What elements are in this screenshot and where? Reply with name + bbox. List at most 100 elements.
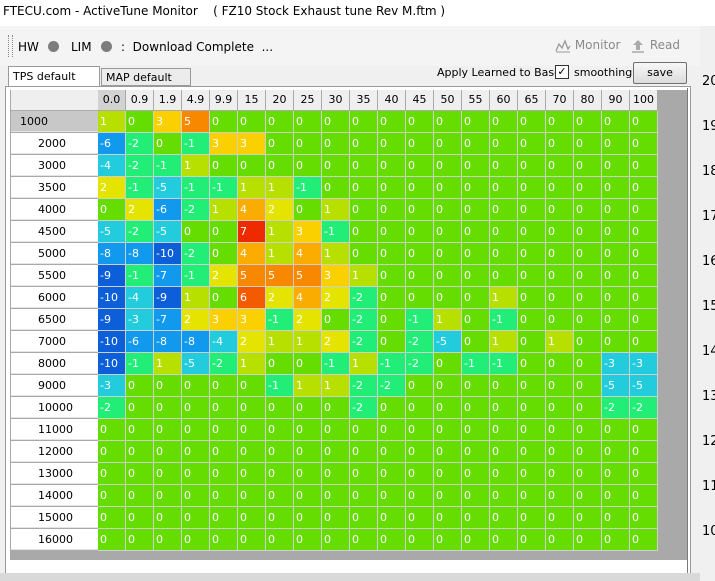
trim-cell[interactable]: 0 [574, 463, 602, 485]
trim-cell[interactable]: 0 [210, 287, 238, 309]
trim-cell[interactable]: 0 [210, 397, 238, 419]
trim-cell[interactable]: 0 [602, 419, 630, 441]
row-header[interactable]: 15000 [11, 507, 98, 528]
trim-cell[interactable]: 0 [406, 463, 434, 485]
trim-cell[interactable]: 0 [602, 331, 630, 353]
trim-cell[interactable]: 3 [238, 133, 266, 155]
trim-cell[interactable]: 0 [210, 375, 238, 397]
trim-cell[interactable]: 0 [238, 529, 266, 551]
trim-cell[interactable]: 0 [546, 419, 574, 441]
trim-cell[interactable]: -2 [98, 397, 126, 419]
trim-cell[interactable]: 0 [154, 419, 182, 441]
trim-cell[interactable]: 3 [154, 111, 182, 133]
trim-cell[interactable]: -8 [182, 331, 210, 353]
trim-cell[interactable]: 0 [294, 441, 322, 463]
trim-cell[interactable]: -9 [98, 309, 126, 331]
trim-cell[interactable]: 0 [574, 155, 602, 177]
trim-cell[interactable]: 5 [266, 265, 294, 287]
trim-cell[interactable]: 0 [490, 441, 518, 463]
trim-cell[interactable]: 0 [238, 111, 266, 133]
trim-cell[interactable]: 0 [238, 419, 266, 441]
trim-cell[interactable]: -6 [154, 199, 182, 221]
trim-cell[interactable]: 0 [574, 199, 602, 221]
trim-cell[interactable]: 1 [266, 331, 294, 353]
trim-cell[interactable]: 0 [462, 463, 490, 485]
trim-cell[interactable]: 0 [406, 507, 434, 529]
trim-cell[interactable]: 1 [322, 199, 350, 221]
trim-cell[interactable]: -2 [602, 397, 630, 419]
column-header[interactable]: 65 [518, 90, 545, 110]
column-header[interactable]: 30 [322, 90, 349, 110]
trim-cell[interactable]: 0 [182, 397, 210, 419]
row-header[interactable]: 6500 [11, 309, 98, 330]
trim-cell[interactable]: -2 [630, 397, 658, 419]
trim-cell[interactable]: 0 [266, 485, 294, 507]
trim-cell[interactable]: 0 [98, 507, 126, 529]
trim-cell[interactable]: 0 [378, 507, 406, 529]
trim-cell[interactable]: 0 [546, 155, 574, 177]
trim-cell[interactable]: 1 [322, 375, 350, 397]
trim-cell[interactable]: 0 [378, 155, 406, 177]
toolbar-grip[interactable] [8, 35, 13, 57]
trim-cell[interactable]: 0 [602, 287, 630, 309]
trim-cell[interactable]: 0 [574, 485, 602, 507]
trim-cell[interactable]: 0 [210, 243, 238, 265]
trim-cell[interactable]: 5 [238, 265, 266, 287]
trim-cell[interactable]: 0 [378, 199, 406, 221]
trim-cell[interactable]: 2 [266, 199, 294, 221]
trim-cell[interactable]: 0 [546, 287, 574, 309]
trim-cell[interactable]: -5 [434, 331, 462, 353]
row-header[interactable]: 4500 [11, 221, 98, 242]
trim-cell[interactable]: -2 [350, 287, 378, 309]
trim-cell[interactable]: 0 [406, 221, 434, 243]
trim-cell[interactable]: 0 [574, 529, 602, 551]
trim-cell[interactable]: 0 [546, 243, 574, 265]
trim-cell[interactable]: 0 [602, 243, 630, 265]
trim-cell[interactable]: 0 [490, 265, 518, 287]
trim-cell[interactable]: 0 [574, 419, 602, 441]
row-header[interactable]: 4000 [11, 199, 98, 220]
column-header[interactable]: 0.0 [98, 90, 125, 110]
trim-cell[interactable]: 0 [182, 375, 210, 397]
trim-cell[interactable]: 0 [154, 463, 182, 485]
trim-cell[interactable]: 0 [574, 221, 602, 243]
trim-cell[interactable]: 0 [322, 441, 350, 463]
trim-cell[interactable]: 0 [462, 375, 490, 397]
trim-cell[interactable]: 0 [406, 111, 434, 133]
trim-cell[interactable]: 0 [602, 133, 630, 155]
trim-cell[interactable]: 0 [574, 309, 602, 331]
trim-cell[interactable]: 0 [518, 463, 546, 485]
trim-cell[interactable]: 0 [546, 441, 574, 463]
trim-cell[interactable]: 0 [238, 441, 266, 463]
trim-cell[interactable]: 0 [98, 485, 126, 507]
trim-cell[interactable]: 0 [350, 133, 378, 155]
trim-cell[interactable]: 0 [546, 529, 574, 551]
trim-cell[interactable]: 0 [462, 485, 490, 507]
trim-cell[interactable]: 0 [602, 111, 630, 133]
trim-cell[interactable]: 0 [406, 199, 434, 221]
trim-cell[interactable]: -4 [210, 331, 238, 353]
trim-cell[interactable]: 0 [434, 485, 462, 507]
trim-cell[interactable]: -7 [154, 309, 182, 331]
trim-cell[interactable]: 0 [630, 199, 658, 221]
trim-cell[interactable]: 1 [294, 375, 322, 397]
column-header[interactable]: 40 [378, 90, 405, 110]
trim-cell[interactable]: 0 [602, 199, 630, 221]
trim-cell[interactable]: 2 [294, 309, 322, 331]
trim-cell[interactable]: 0 [350, 419, 378, 441]
trim-cell[interactable]: 0 [154, 397, 182, 419]
trim-cell[interactable]: 0 [574, 177, 602, 199]
trim-cell[interactable]: 0 [602, 441, 630, 463]
trim-cell[interactable]: 0 [350, 463, 378, 485]
row-header[interactable]: 5000 [11, 243, 98, 264]
trim-cell[interactable]: 0 [462, 529, 490, 551]
trim-cell[interactable]: -1 [490, 309, 518, 331]
column-header[interactable]: 50 [434, 90, 461, 110]
trim-cell[interactable]: 0 [518, 287, 546, 309]
trim-cell[interactable]: 0 [406, 419, 434, 441]
trim-cell[interactable]: 0 [406, 155, 434, 177]
trim-cell[interactable]: 0 [602, 177, 630, 199]
trim-cell[interactable]: 0 [574, 375, 602, 397]
trim-cell[interactable]: 0 [378, 397, 406, 419]
trim-cell[interactable]: 0 [210, 485, 238, 507]
